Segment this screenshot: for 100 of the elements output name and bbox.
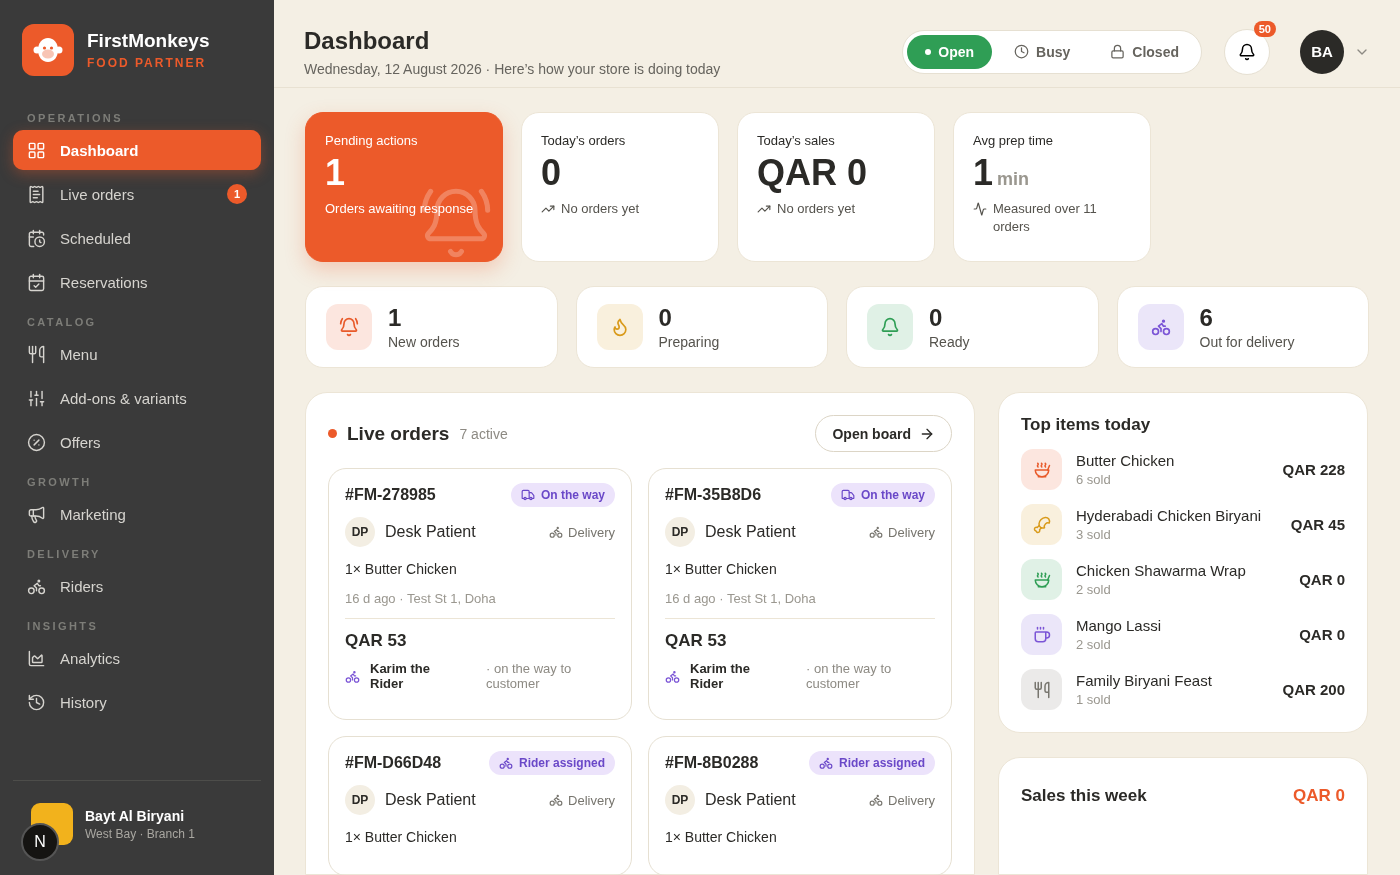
order-id: #FM-35B8D6 bbox=[665, 486, 763, 504]
card-value: 0 bbox=[541, 152, 562, 194]
clock-icon bbox=[1014, 44, 1030, 59]
open-board-button[interactable]: Open board bbox=[815, 415, 952, 452]
card-note: No orders yet bbox=[561, 200, 640, 218]
sidebar-item[interactable]: Scheduled bbox=[13, 218, 261, 258]
order-items: 1× Butter Chicken bbox=[345, 829, 458, 845]
bike-icon bbox=[498, 756, 513, 770]
customer-initials: DP bbox=[345, 517, 375, 547]
nav-label: Scheduled bbox=[60, 229, 132, 247]
sidebar-item[interactable]: Menu bbox=[13, 334, 261, 374]
nav-label: Riders bbox=[60, 577, 105, 595]
order-id: #FM-8B0288 bbox=[665, 754, 760, 772]
nav-icon bbox=[27, 504, 46, 524]
panel-title: Live orders bbox=[347, 422, 450, 445]
item-name: Mango Lassi bbox=[1076, 617, 1162, 634]
card-value: 1 bbox=[973, 152, 994, 194]
page-title: Dashboard bbox=[304, 26, 431, 55]
count-badge: 1 bbox=[227, 184, 247, 204]
page-subtitle: Wednesday, 12 August 2026 · Here’s how your store is doing today bbox=[304, 60, 721, 77]
order-total: QAR 53 bbox=[345, 631, 408, 651]
live-dot-icon bbox=[328, 429, 337, 438]
nav-label: Dashboard bbox=[60, 141, 140, 159]
brand-tagline: FOOD PARTNER bbox=[87, 56, 208, 70]
order-card[interactable]: #FM-278985 On the way DP Desk Patient Delivery 1× Butter Chicken 16 d ago · Test St 1, Doha QAR 53 Karim the Rider · on the way to customer bbox=[328, 468, 632, 720]
dev-badge[interactable]: N bbox=[21, 823, 59, 861]
count-value: 0 bbox=[929, 304, 944, 332]
order-meta: 16 d ago · Test St 1, Doha bbox=[665, 591, 935, 619]
status-badge: On the way bbox=[831, 483, 935, 507]
count-label: Preparing bbox=[658, 334, 720, 350]
order-items: 1× Butter Chicken bbox=[345, 561, 458, 577]
nav-label: Offers bbox=[60, 433, 102, 451]
item-amount: QAR 200 bbox=[1282, 681, 1345, 698]
sidebar-item[interactable]: Analytics bbox=[13, 638, 261, 678]
sidebar-item[interactable]: Reservations bbox=[13, 262, 261, 302]
customer-name: Desk Patient bbox=[385, 791, 477, 809]
sidebar-item[interactable]: Offers bbox=[13, 422, 261, 462]
panel-title: Sales this week bbox=[1021, 786, 1147, 806]
value-unit: min bbox=[997, 169, 1030, 190]
customer-name: Desk Patient bbox=[705, 523, 797, 541]
order-id: #FM-D66D48 bbox=[345, 754, 443, 772]
sidebar-item[interactable]: Riders bbox=[13, 566, 261, 606]
section-title: OPERATIONS bbox=[26, 111, 124, 126]
sidebar-item[interactable]: History bbox=[13, 682, 261, 722]
order-type: Delivery bbox=[869, 524, 935, 540]
item-name: Chicken Shawarma Wrap bbox=[1076, 562, 1246, 579]
item-name: Hyderabadi Chicken Biryani bbox=[1076, 507, 1262, 524]
rider-name: Karim the Rider bbox=[690, 661, 751, 691]
user-avatar[interactable]: BA bbox=[1300, 29, 1344, 74]
rider-name: Karim the Rider bbox=[370, 661, 431, 691]
customer-initials: DP bbox=[665, 517, 695, 547]
card-label: Avg prep time bbox=[973, 133, 1054, 148]
bike-icon bbox=[549, 793, 564, 807]
bike-icon bbox=[818, 756, 833, 770]
truck-icon bbox=[841, 488, 855, 502]
rider-status: · on the way to customer bbox=[486, 661, 573, 691]
nav-icon bbox=[27, 388, 46, 408]
nav-icon bbox=[27, 344, 46, 364]
customer-initials: DP bbox=[345, 785, 375, 815]
section-title: GROWTH bbox=[26, 475, 93, 490]
panel-title: Top items today bbox=[1021, 415, 1152, 435]
order-type: Delivery bbox=[549, 792, 615, 808]
bell-icon bbox=[1238, 42, 1256, 61]
item-sold: 2 sold bbox=[1076, 637, 1112, 652]
count-value: 6 bbox=[1199, 304, 1214, 332]
bike-icon bbox=[549, 525, 564, 539]
status-option[interactable]: Closed bbox=[1092, 34, 1197, 69]
nav-label: Reservations bbox=[60, 273, 149, 291]
nav-icon bbox=[27, 140, 46, 160]
lock-icon bbox=[1110, 44, 1126, 59]
sidebar-item[interactable]: Live orders 1 bbox=[13, 174, 261, 214]
order-id: #FM-278985 bbox=[345, 486, 437, 504]
sidebar-item[interactable]: Marketing bbox=[13, 494, 261, 534]
chart-icon bbox=[973, 202, 987, 216]
order-meta: 16 d ago · Test St 1, Doha bbox=[345, 591, 615, 619]
rider-status: · on the way to customer bbox=[806, 661, 893, 691]
card-value: QAR 0 bbox=[757, 152, 868, 194]
item-amount: QAR 0 bbox=[1299, 571, 1345, 588]
sales-total: QAR 0 bbox=[1293, 786, 1345, 806]
item-amount: QAR 0 bbox=[1299, 626, 1345, 643]
status-option[interactable]: Busy bbox=[996, 34, 1089, 69]
nav-label: Marketing bbox=[60, 505, 127, 523]
nav-icon bbox=[27, 184, 46, 204]
order-type: Delivery bbox=[549, 524, 615, 540]
item-sold: 3 sold bbox=[1076, 527, 1112, 542]
status-badge: Rider assigned bbox=[488, 751, 615, 775]
order-total: QAR 53 bbox=[665, 631, 728, 651]
brand-name: FirstMonkeys bbox=[87, 30, 210, 52]
sidebar-item[interactable]: Add-ons & variants bbox=[13, 378, 261, 418]
nav-label: Live orders bbox=[60, 185, 136, 203]
count-label: New orders bbox=[388, 334, 460, 350]
order-card[interactable]: #FM-35B8D6 On the way DP Desk Patient Delivery 1× Butter Chicken 16 d ago · Test St 1, Doha QAR 53 Karim the Rider · on the way to customer bbox=[648, 468, 952, 720]
order-items: 1× Butter Chicken bbox=[665, 829, 778, 845]
card-note: Orders awaiting response bbox=[325, 200, 474, 218]
item-amount: QAR 228 bbox=[1282, 461, 1345, 478]
bike-icon bbox=[869, 793, 884, 807]
bike-icon bbox=[345, 668, 360, 684]
nav-icon bbox=[27, 272, 46, 292]
customer-name: Desk Patient bbox=[385, 523, 477, 541]
nav-label: Menu bbox=[60, 345, 99, 363]
